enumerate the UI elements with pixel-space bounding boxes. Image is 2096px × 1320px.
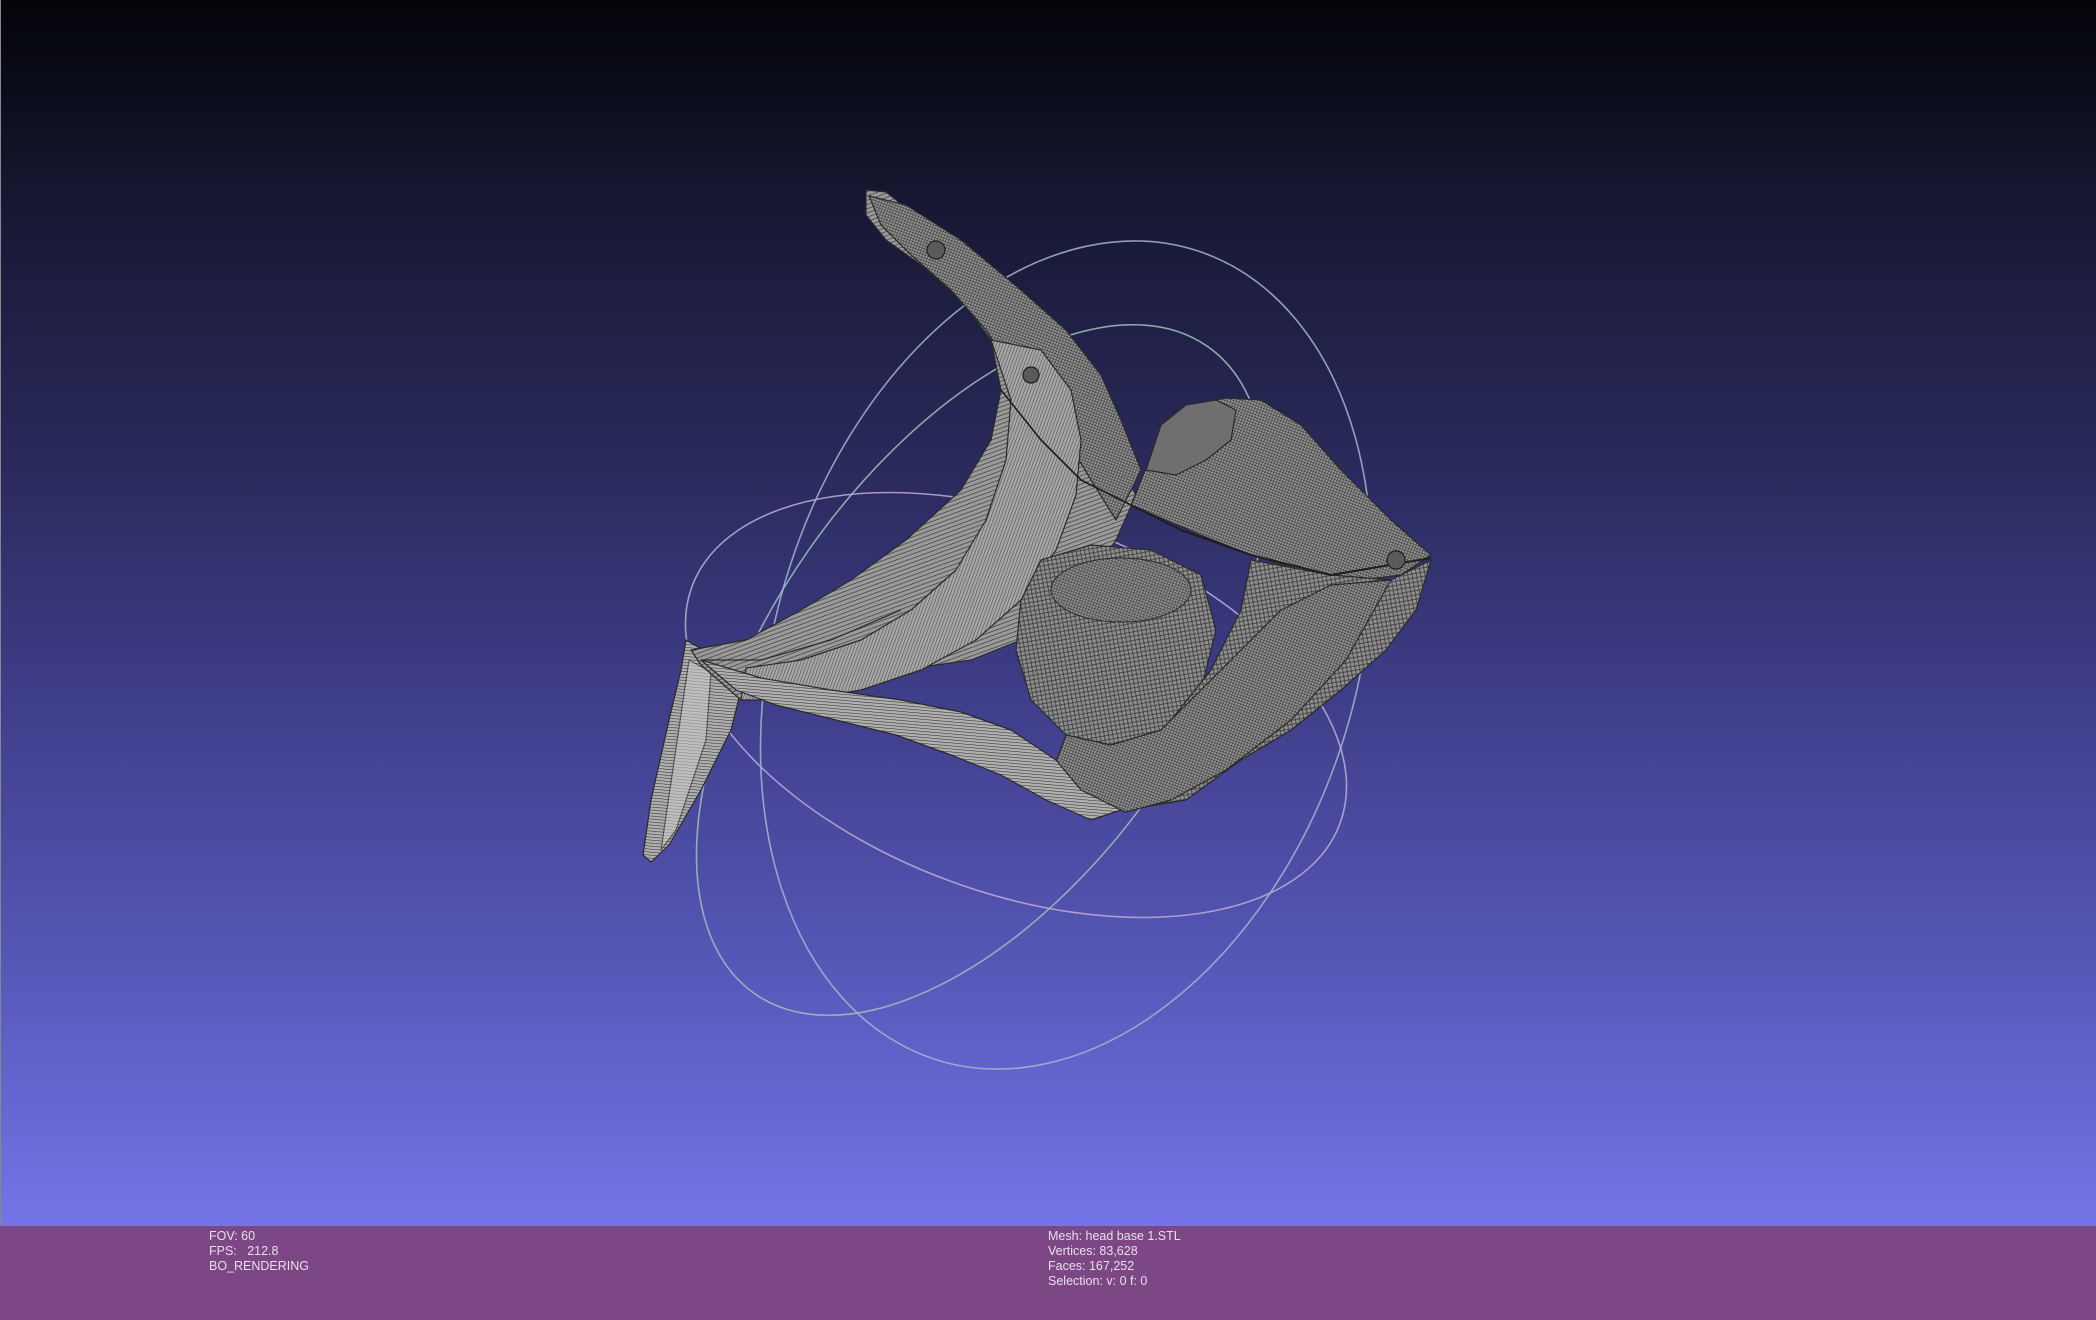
vertices-label: Vertices: 83,628 <box>1048 1244 1138 1258</box>
faces-label: Faces: 167,252 <box>1048 1259 1135 1273</box>
render-mode-label: BO_RENDERING <box>209 1259 310 1273</box>
mesh-name-label: Mesh: head base 1.STL <box>1048 1229 1181 1243</box>
fov-label: FOV: 60 <box>209 1229 256 1243</box>
mesh-info-panel: Mesh: head base 1.STL Vertices: 83,628 F… <box>1048 1229 1181 1289</box>
info-bar: FOV: 60 FPS: 212.8 BO_RENDERING Mesh: he… <box>0 1226 2096 1320</box>
mesh-scene[interactable] <box>1 0 2096 1226</box>
render-info-panel: FOV: 60 FPS: 212.8 BO_RENDERING <box>209 1229 309 1274</box>
fps-label: FPS: 212.8 <box>209 1244 279 1258</box>
selection-label: Selection: v: 0 f: 0 <box>1048 1274 1148 1288</box>
3d-viewport[interactable] <box>0 0 2096 1226</box>
